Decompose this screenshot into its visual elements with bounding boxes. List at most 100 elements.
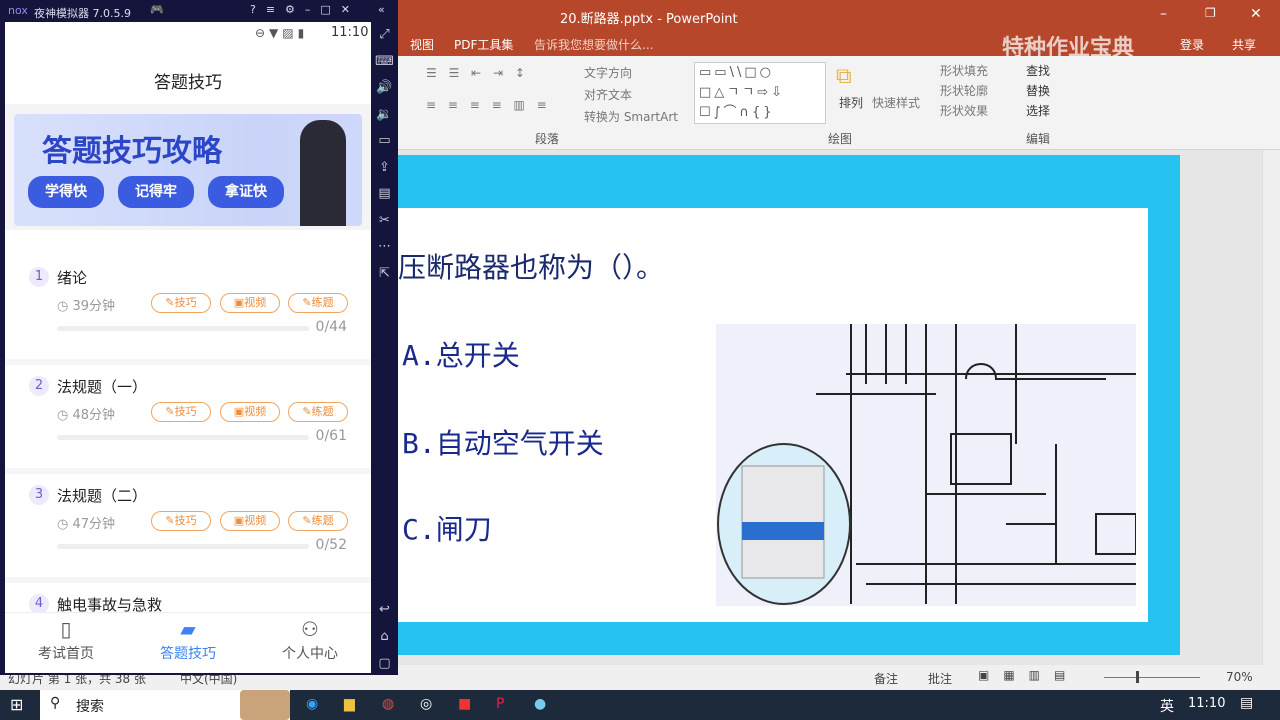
slide-content[interactable]: 压断路器也称为（）。 A.总开关 B.自动空气开关 C.闸刀 [398, 208, 1148, 622]
maximize-icon[interactable]: ❐ [1205, 6, 1216, 20]
duration-text: 47分钟 [72, 517, 116, 532]
nav-answer-tips[interactable]: ▰ 答题技巧 [127, 617, 249, 663]
nav-label: 考试首页 [38, 646, 94, 662]
chapter-progress: 0/44 [315, 319, 347, 335]
phone-time: 11:10 [331, 25, 369, 40]
notes-button[interactable]: 备注 [874, 670, 898, 687]
chapter-name: 法规题（二） [57, 487, 148, 505]
align-icons[interactable]: ≡ ≡ ≡ ≡ ▥ ≡ [426, 98, 551, 112]
close-icon[interactable]: ✕ [1250, 6, 1262, 22]
gamepad-icon[interactable]: 🎮 [150, 3, 164, 16]
chapter-item[interactable]: 3 法规题（二） ◷ 47分钟 ✎技巧 ▣视频 ✎练题 0/52 [5, 475, 371, 583]
quick-styles-button[interactable]: 快速样式 [872, 94, 920, 111]
open-book-icon: ▰ [180, 617, 196, 641]
phone-screen: ⊖▼▨▮ 11:10 答题技巧 答题技巧攻略 学得快 记得牢 拿证快 1 绪论 … [5, 22, 371, 673]
vertical-scrollbar[interactable] [1262, 150, 1280, 665]
chapter-item[interactable]: 2 法规题（一） ◷ 48分钟 ✎技巧 ▣视频 ✎练题 0/61 [5, 366, 371, 474]
chapter-duration: ◷ 48分钟 [57, 404, 115, 423]
file-explorer-icon[interactable]: ▆ [344, 696, 355, 712]
powerpoint-icon[interactable]: P [496, 696, 504, 712]
nox-title: 夜神模拟器 7.0.5.9 [34, 7, 131, 20]
arrange-icon: ⧉ [836, 64, 852, 89]
shapes-gallery[interactable]: ▭▭\\□○ □△ㄱㄱ⇨⇩ ☐∫⌒∩{} [694, 62, 826, 124]
option-a: A.总开关 [402, 339, 520, 372]
practice-button[interactable]: ✎练题 [288, 293, 348, 313]
banner-title: 答题技巧攻略 [42, 134, 222, 169]
pill-label: 技巧 [174, 514, 197, 527]
shape-fill-button[interactable]: 形状填充 [940, 62, 988, 79]
tips-button[interactable]: ✎技巧 [151, 511, 211, 531]
menu-pdf-tools[interactable]: PDF工具集 [454, 36, 513, 53]
view-buttons[interactable]: ▣▦▥▤ [978, 668, 1079, 682]
tips-button[interactable]: ✎技巧 [151, 402, 211, 422]
smartart-button[interactable]: 转换为 SmartArt [584, 108, 678, 125]
nox-logo: nox [8, 4, 28, 17]
clock[interactable]: 11:10 [1188, 696, 1225, 711]
android-nav-icons[interactable]: ↩ ⌂ ▢ [371, 596, 398, 677]
nox-toolbar: ⤢ ⌨ 🔊 🔉 ▭ ⇪ ▤ ✂ ⋯ ⇱ ↩ ⌂ ▢ [371, 22, 398, 673]
bottom-navigation: ▯ 考试首页 ▰ 答题技巧 ⚇ 个人中心 [5, 612, 371, 673]
notification-icon[interactable]: ▤ [1240, 695, 1253, 711]
strategy-banner[interactable]: 答题技巧攻略 学得快 记得牢 拿证快 [14, 114, 362, 226]
option-b: B.自动空气开关 [402, 427, 604, 460]
minimize-icon[interactable]: – [1160, 6, 1167, 22]
nav-exam-home[interactable]: ▯ 考试首页 [5, 617, 127, 663]
select-button[interactable]: 选择 [1026, 102, 1050, 119]
nox-window-controls[interactable]: ?≡⚙–□✕ [250, 3, 360, 16]
chapter-duration: ◷ 39分钟 [57, 295, 115, 314]
edge-icon[interactable]: ◉ [306, 696, 318, 712]
video-button[interactable]: ▣视频 [220, 293, 280, 313]
tell-me-input[interactable]: 告诉我您想要做什么... [534, 36, 653, 53]
presenter-photo [300, 120, 346, 226]
text-direction-button[interactable]: 文字方向 [584, 64, 632, 81]
duration-text: 48分钟 [72, 408, 116, 423]
nox-icon[interactable]: ● [534, 696, 546, 712]
nav-label: 个人中心 [282, 646, 338, 662]
practice-button[interactable]: ✎练题 [288, 402, 348, 422]
obs-icon[interactable]: ◎ [420, 696, 432, 712]
shape-effects-button[interactable]: 形状效果 [940, 102, 988, 119]
duration-text: 39分钟 [72, 299, 116, 314]
find-button[interactable]: 查找 [1026, 62, 1050, 79]
tips-button[interactable]: ✎技巧 [151, 293, 211, 313]
collapse-sidebar-icon[interactable]: « [378, 3, 385, 16]
list-icons[interactable]: ☰ ☰ ⇤ ⇥ ↕ [426, 66, 529, 80]
video-button[interactable]: ▣视频 [220, 511, 280, 531]
zoom-level[interactable]: 70% [1226, 670, 1253, 684]
group-paragraph: 段落 [535, 132, 560, 146]
comments-button[interactable]: 批注 [928, 670, 952, 687]
group-editing: 编辑 [1026, 132, 1051, 146]
progress-bar [57, 435, 309, 440]
chrome-icon[interactable]: ◍ [382, 696, 394, 712]
chapter-number: 1 [29, 267, 49, 287]
share-button[interactable]: 共享 [1232, 36, 1256, 53]
nav-profile[interactable]: ⚇ 个人中心 [249, 617, 371, 663]
shape-outline-button[interactable]: 形状轮廓 [940, 82, 988, 99]
taskbar: ⊞ ⚲ 搜索 ◉ ▆ ◍ ◎ ■ P ● 英 11:10 ▤ [0, 690, 1280, 720]
chapter-duration: ◷ 47分钟 [57, 513, 115, 532]
app-icon[interactable]: ■ [458, 696, 471, 712]
nav-label: 答题技巧 [160, 646, 216, 662]
chapter-item[interactable]: 1 绪论 ◷ 39分钟 ✎技巧 ▣视频 ✎练题 0/44 [5, 257, 371, 365]
arrange-button[interactable]: 排列 [839, 94, 863, 111]
menu-view[interactable]: 视图 [410, 36, 434, 53]
zoom-slider[interactable] [1104, 677, 1200, 678]
practice-button[interactable]: ✎练题 [288, 511, 348, 531]
login-link[interactable]: 登录 [1180, 36, 1204, 53]
windows-start-icon[interactable]: ⊞ [10, 695, 23, 714]
clock-icon: ◷ [57, 299, 73, 314]
chapter-number: 4 [29, 594, 49, 614]
nox-tool-icons[interactable]: ⤢ ⌨ 🔊 🔉 ▭ ⇪ ▤ ✂ ⋯ ⇱ [371, 22, 398, 287]
ime-indicator[interactable]: 英 [1160, 696, 1174, 716]
window-title: 20.断路器.pptx - PowerPoint [560, 12, 738, 27]
chapter-name: 法规题（一） [57, 378, 148, 396]
status-icons: ⊖▼▨▮ [255, 26, 309, 40]
pill-label: 视频 [244, 296, 267, 309]
nox-titlebar: nox 夜神模拟器 7.0.5.9 🎮 ?≡⚙–□✕ « [0, 0, 398, 22]
chapter-number: 3 [29, 485, 49, 505]
replace-button[interactable]: 替换 [1026, 82, 1050, 99]
video-button[interactable]: ▣视频 [220, 402, 280, 422]
align-text-button[interactable]: 对齐文本 [584, 86, 632, 103]
zoom-slider-thumb[interactable] [1136, 671, 1139, 683]
banner-tag: 记得牢 [118, 176, 194, 208]
